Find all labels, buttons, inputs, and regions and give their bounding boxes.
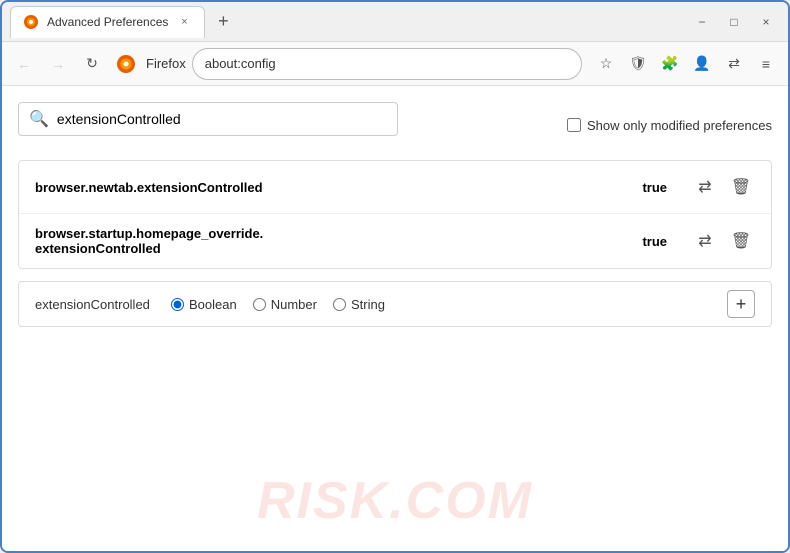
reload-button[interactable]: ↻: [78, 50, 106, 78]
forward-button[interactable]: →: [44, 50, 72, 78]
new-pref-row: extensionControlled Boolean Number Strin…: [18, 281, 772, 327]
tab-title: Advanced Preferences: [47, 15, 168, 29]
search-input[interactable]: [57, 111, 387, 127]
maximize-button[interactable]: □: [720, 8, 748, 36]
firefox-favicon: [23, 14, 39, 30]
menu-icon[interactable]: ≡: [752, 50, 780, 78]
number-radio[interactable]: [253, 298, 266, 311]
nav-bar: ← → ↻ Firefox about:config ☆ 🛡 🧩 👤 ⇄ ≡: [2, 42, 788, 86]
firefox-logo-icon: [116, 54, 136, 74]
pref-name-2: browser.startup.homepage_override. exten…: [35, 226, 634, 256]
type-radio-group: Boolean Number String: [171, 297, 385, 312]
search-bar[interactable]: 🔍: [18, 102, 398, 136]
toggle-button-2[interactable]: ⇄: [691, 227, 719, 255]
search-row: 🔍 Show only modified preferences: [18, 102, 772, 148]
bookmark-icon[interactable]: ☆: [592, 50, 620, 78]
pref-value-2: true: [642, 234, 667, 249]
add-pref-button[interactable]: +: [727, 290, 755, 318]
tab-close-button[interactable]: ×: [176, 14, 192, 30]
sync-icon[interactable]: ⇄: [720, 50, 748, 78]
toggle-button-1[interactable]: ⇄: [691, 173, 719, 201]
show-modified-label[interactable]: Show only modified preferences: [587, 118, 772, 133]
pref-name-1: browser.newtab.extensionControlled: [35, 180, 634, 195]
page-content: RISK.COM 🔍 Show only modified preference…: [2, 86, 788, 551]
extension-icon[interactable]: 🧩: [656, 50, 684, 78]
browser-window: Advanced Preferences × + − □ × ← → ↻ Fir…: [0, 0, 790, 553]
new-pref-name: extensionControlled: [35, 297, 155, 312]
results-table: browser.newtab.extensionControlled true …: [18, 160, 772, 269]
nav-icons: ☆ 🛡 🧩 👤 ⇄ ≡: [592, 50, 780, 78]
number-radio-label[interactable]: Number: [253, 297, 317, 312]
firefox-label: Firefox: [146, 56, 186, 71]
delete-button-2[interactable]: 🗑: [727, 227, 755, 255]
table-row: browser.newtab.extensionControlled true …: [19, 161, 771, 214]
row-actions-2: ⇄ 🗑: [691, 227, 755, 255]
window-controls: − □ ×: [688, 8, 780, 36]
boolean-radio[interactable]: [171, 298, 184, 311]
string-radio-label[interactable]: String: [333, 297, 385, 312]
pref-value-1: true: [642, 180, 667, 195]
string-radio[interactable]: [333, 298, 346, 311]
show-modified-checkbox[interactable]: [567, 118, 581, 132]
profile-icon[interactable]: 👤: [688, 50, 716, 78]
window-close-button[interactable]: ×: [752, 8, 780, 36]
title-bar: Advanced Preferences × + − □ ×: [2, 2, 788, 42]
minimize-button[interactable]: −: [688, 8, 716, 36]
watermark: RISK.COM: [257, 471, 533, 531]
table-row: browser.startup.homepage_override. exten…: [19, 214, 771, 268]
new-tab-button[interactable]: +: [209, 8, 237, 36]
search-icon: 🔍: [29, 109, 49, 129]
back-button[interactable]: ←: [10, 50, 38, 78]
browser-tab[interactable]: Advanced Preferences ×: [10, 6, 205, 38]
pocket-icon[interactable]: 🛡: [624, 50, 652, 78]
row-actions-1: ⇄ 🗑: [691, 173, 755, 201]
url-text: about:config: [205, 56, 569, 71]
delete-button-1[interactable]: 🗑: [727, 173, 755, 201]
url-bar[interactable]: about:config: [192, 48, 582, 80]
boolean-radio-label[interactable]: Boolean: [171, 297, 237, 312]
show-modified-option: Show only modified preferences: [567, 118, 772, 133]
